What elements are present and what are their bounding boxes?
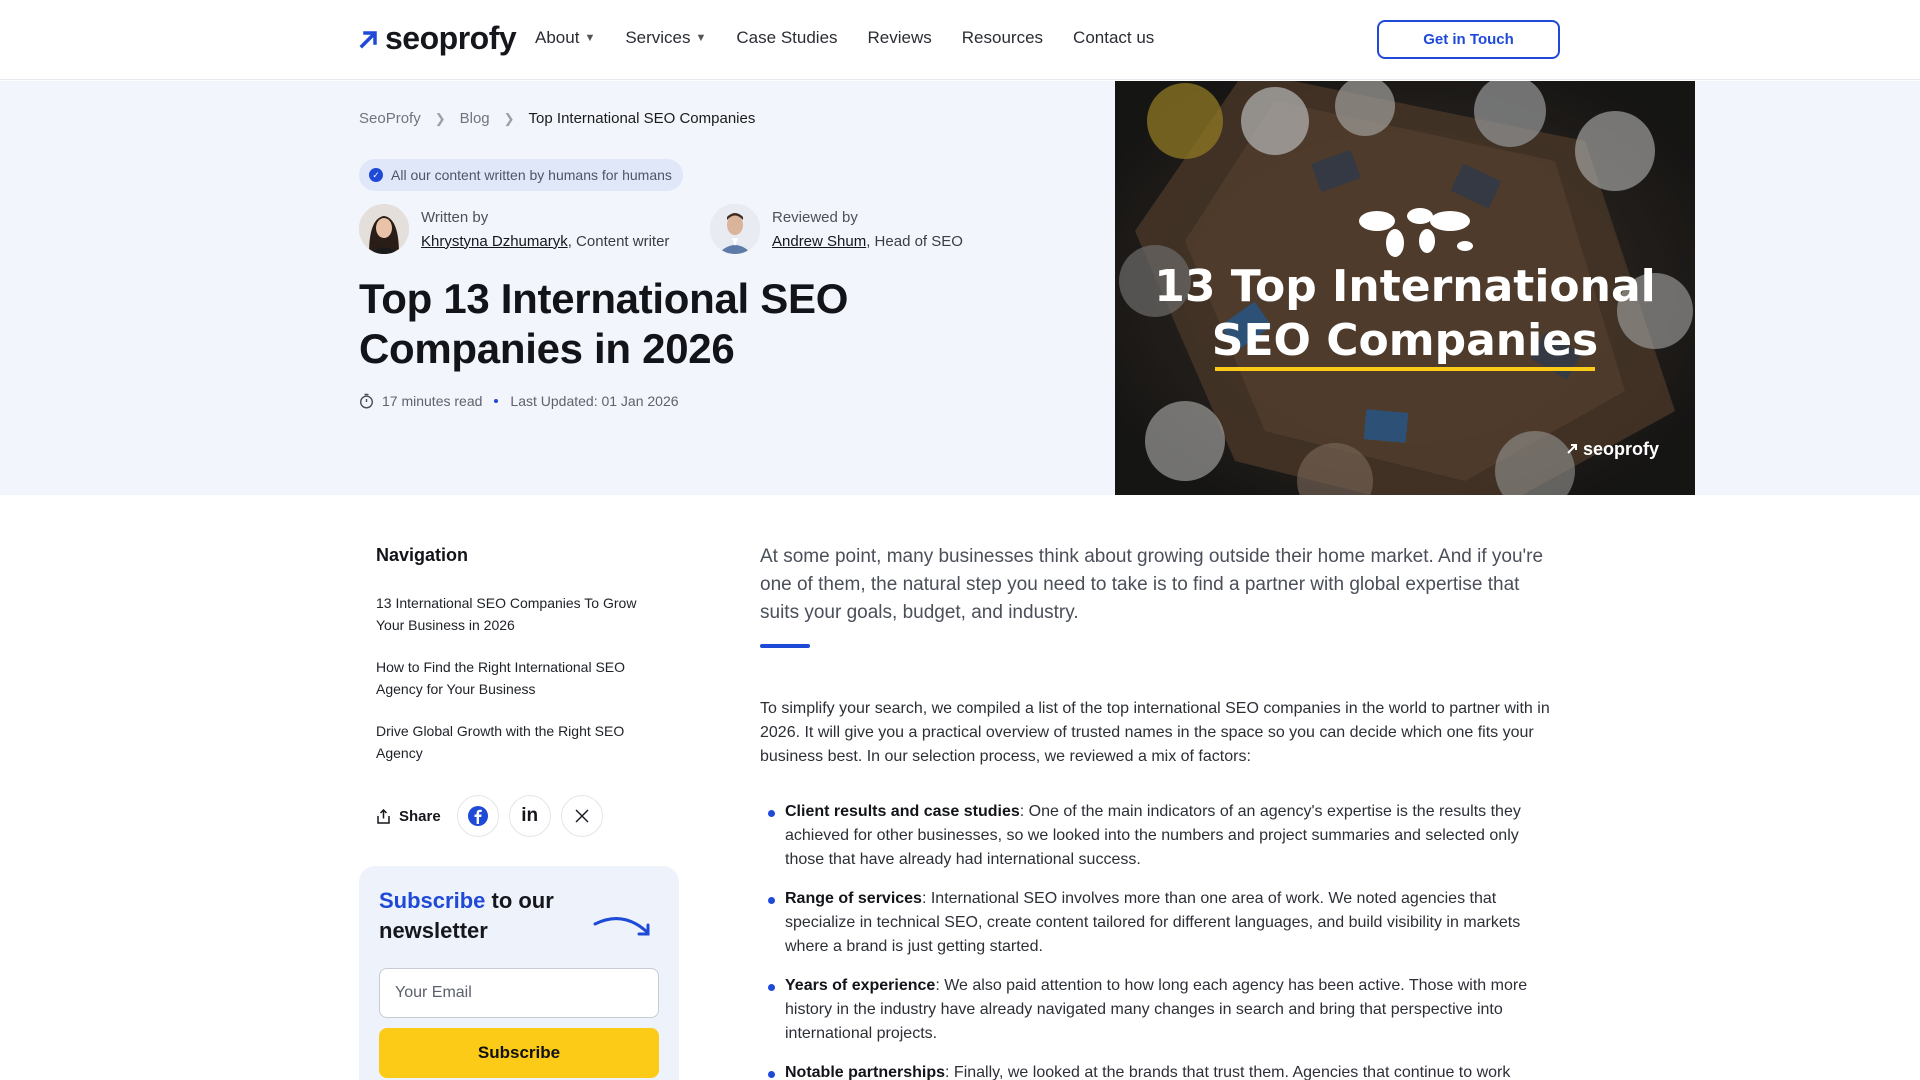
list-item-term: Notable partnerships xyxy=(785,1064,946,1080)
author-role-label: Written by xyxy=(421,208,489,226)
hero-image-line2: SEO Companies xyxy=(1212,315,1598,366)
article-paragraph: To simplify your search, we compiled a l… xyxy=(760,700,1550,765)
subscribe-button[interactable]: Subscribe xyxy=(379,1028,659,1078)
avatar-writer-image xyxy=(359,204,409,254)
linkedin-icon: in xyxy=(521,805,539,826)
nav-label: Contact us xyxy=(1073,28,1155,47)
linkedin-share-button[interactable]: in xyxy=(508,795,551,837)
chevron-down-icon: ▼ xyxy=(695,32,707,44)
author-role-label: Reviewed by xyxy=(772,208,858,226)
newsletter-title: Subscribe to our newsletter xyxy=(379,886,579,946)
newsletter-card: Subscribe to our newsletter Subscribe xyxy=(359,866,679,1080)
nav-label: Reviews xyxy=(867,28,932,47)
nav-about[interactable]: About ▼ xyxy=(535,28,595,48)
chevron-right-icon: ❯ xyxy=(503,110,515,126)
last-updated: Last Updated: 01 Jan 2026 xyxy=(510,393,679,409)
nav-case-studies[interactable]: Case Studies xyxy=(736,28,837,48)
author-name-link[interactable]: Andrew Shum xyxy=(772,233,866,250)
author-title: , Content writer xyxy=(567,232,670,250)
nav-label: Services xyxy=(625,28,691,47)
author-title: , Head of SEO xyxy=(866,232,963,250)
list-item: Client results and case studies: One of … xyxy=(768,800,1560,872)
check-icon: ✓ xyxy=(369,168,383,182)
list-item-term: Client results and case studies xyxy=(785,803,1020,820)
share-label: Share xyxy=(376,808,441,825)
chevron-right-icon: ❯ xyxy=(434,110,446,126)
nav-resources[interactable]: Resources xyxy=(962,28,1043,48)
toc-item[interactable]: How to Find the Right International SEO … xyxy=(376,656,656,700)
nav-label: Case Studies xyxy=(736,28,838,47)
hero-image-underline xyxy=(1215,367,1595,371)
breadcrumb-current: Top International SEO Companies xyxy=(528,110,756,127)
toc-item[interactable]: Drive Global Growth with the Right SEO A… xyxy=(376,720,656,764)
x-icon xyxy=(575,809,589,823)
nav-contact[interactable]: Contact us xyxy=(1073,28,1154,48)
list-item-term: Years of experience xyxy=(785,977,936,994)
read-time: 17 minutes read xyxy=(382,393,483,409)
author-writer: Written by Khrystyna Dzhumaryk, Content … xyxy=(359,204,669,254)
author-meta: Written by Khrystyna Dzhumaryk, Content … xyxy=(421,209,669,250)
separator-dot xyxy=(494,399,499,403)
list-item-term: Range of services xyxy=(785,890,922,907)
page-title: Top 13 International SEO Companies in 20… xyxy=(359,275,849,372)
facebook-share-button[interactable] xyxy=(456,795,499,837)
human-content-badge: ✓ All our content written by humans for … xyxy=(359,159,683,191)
list-item-text: : Finally, we looked at the brands that … xyxy=(945,1064,1511,1080)
list-item: Range of services: International SEO inv… xyxy=(768,887,1560,959)
logo-text: seoprofy xyxy=(385,20,517,56)
email-input[interactable] xyxy=(379,968,659,1018)
clock-icon xyxy=(359,393,374,409)
author-name-link[interactable]: Khrystyna Dzhumaryk xyxy=(421,233,568,250)
badge-text: All our content written by humans for hu… xyxy=(391,167,672,183)
avatar xyxy=(359,204,409,254)
toc-item[interactable]: 13 International SEO Companies To Grow Y… xyxy=(376,592,656,636)
newsletter-title-highlight: Subscribe xyxy=(379,888,486,913)
article-meta: 17 minutes read Last Updated: 01 Jan 202… xyxy=(359,393,679,409)
facebook-icon xyxy=(467,806,488,826)
site-header: seoprofy About ▼ Services ▼ Case Studies R… xyxy=(0,0,1920,80)
breadcrumb-home[interactable]: SeoProfy xyxy=(359,110,421,127)
breadcrumb: SeoProfy ❯ Blog ❯ Top International SEO … xyxy=(359,110,755,127)
nav-label: Resources xyxy=(961,28,1044,47)
meeting-photo: 13 Top International SEO Companies seopr… xyxy=(1115,81,1695,495)
toc-list: 13 International SEO Companies To Grow Y… xyxy=(376,592,656,784)
article-lead: At some point, many businesses think abo… xyxy=(760,546,1544,623)
main-nav: About ▼ Services ▼ Case Studies Reviews Re… xyxy=(535,28,1154,48)
avatar xyxy=(710,204,760,254)
hero-image-brand: seoprofy xyxy=(1583,439,1659,459)
toc-title: Navigation xyxy=(376,545,469,565)
author-reviewer: Reviewed by Andrew Shum, Head of SEO xyxy=(710,204,963,254)
share-text: Share xyxy=(399,807,441,825)
get-in-touch-button[interactable]: Get in Touch xyxy=(1377,20,1560,59)
nav-reviews[interactable]: Reviews xyxy=(868,28,932,48)
share-row: Share in xyxy=(376,795,603,837)
x-share-button[interactable] xyxy=(560,795,603,837)
nav-label: About xyxy=(535,28,580,47)
share-icon xyxy=(377,808,390,824)
list-item: Notable partnerships: Finally, we looked… xyxy=(768,1061,1560,1080)
logo-arrow-icon xyxy=(359,30,377,48)
avatar-reviewer-image xyxy=(710,204,760,254)
lead-divider xyxy=(760,644,810,648)
chevron-down-icon: ▼ xyxy=(584,32,596,44)
curved-arrow-icon xyxy=(593,917,650,936)
nav-services[interactable]: Services ▼ xyxy=(625,28,706,48)
author-meta: Reviewed by Andrew Shum, Head of SEO xyxy=(772,209,963,250)
list-item: Years of experience: We also paid attent… xyxy=(768,974,1560,1046)
criteria-list: Client results and case studies: One of … xyxy=(768,800,1560,1080)
hero-image: 13 Top International SEO Companies seopr… xyxy=(1115,81,1695,495)
breadcrumb-blog[interactable]: Blog xyxy=(460,110,490,127)
logo[interactable]: seoprofy xyxy=(359,20,517,57)
hero-image-line1: 13 Top International xyxy=(1154,261,1656,312)
